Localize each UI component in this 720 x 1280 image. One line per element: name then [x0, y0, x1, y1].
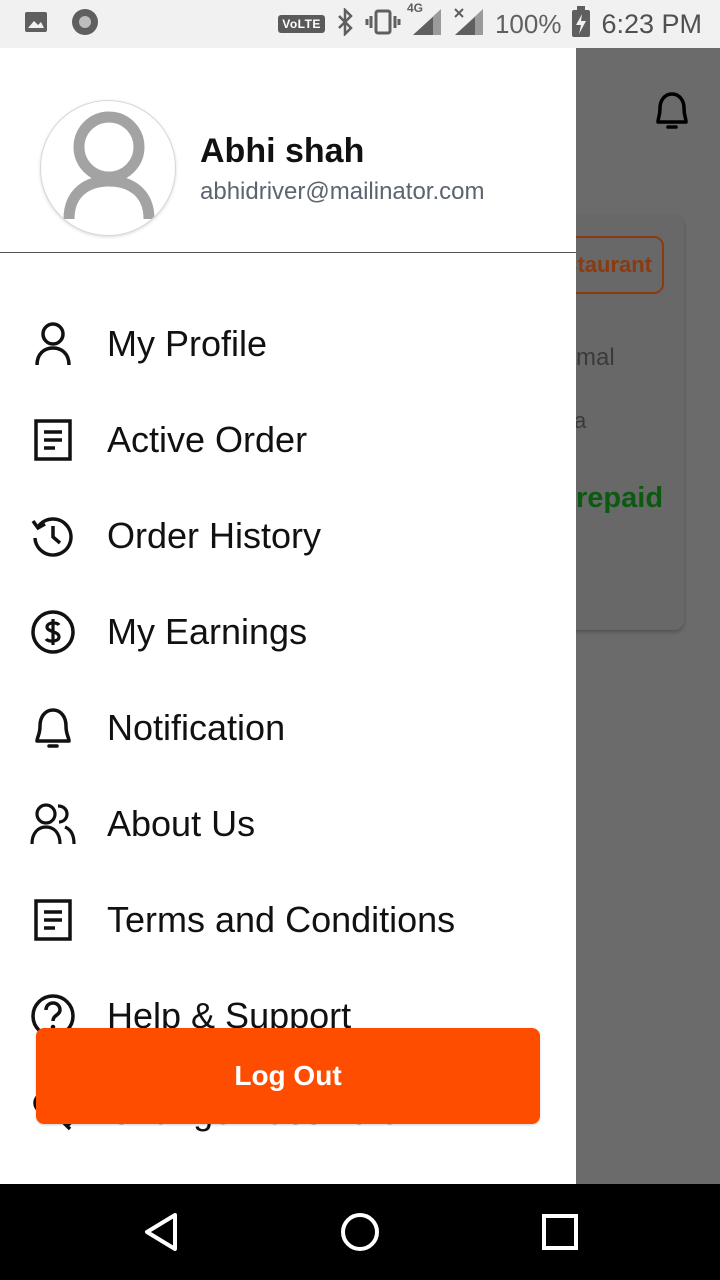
- network-type-label: 4G: [406, 0, 423, 15]
- menu-item-active-order[interactable]: Active Order: [0, 392, 576, 488]
- menu-item-notification[interactable]: Notification: [0, 680, 576, 776]
- back-icon[interactable]: [136, 1208, 184, 1256]
- image-icon: [24, 10, 48, 39]
- user-name: Abhi shah: [200, 132, 365, 170]
- status-bar: VoLTE 4G 100% 6:23 PM: [0, 0, 720, 48]
- home-icon[interactable]: [336, 1208, 384, 1256]
- document-icon: [28, 895, 78, 945]
- menu-item-terms-and-conditions[interactable]: Terms and Conditions: [0, 872, 576, 968]
- menu-item-label: Terms and Conditions: [107, 899, 456, 940]
- history-icon: [28, 511, 78, 561]
- battery-charging-icon: [571, 5, 591, 43]
- menu-item-label: My Profile: [107, 323, 268, 364]
- signal-icon: [453, 7, 485, 42]
- drawer-header: Abhi shah abhidriver@mailinator.com: [0, 48, 576, 253]
- menu-item-order-history[interactable]: Order History: [0, 488, 576, 584]
- recents-icon[interactable]: [536, 1208, 584, 1256]
- menu-item-label: About Us: [107, 803, 256, 844]
- record-icon: [70, 7, 100, 42]
- log-out-button[interactable]: Log Out: [36, 1028, 540, 1124]
- signal-icon: 4G: [407, 1, 443, 42]
- user-placeholder-icon: [63, 111, 155, 220]
- system-nav-bar: [0, 1184, 720, 1280]
- menu-item-label: My Earnings: [107, 611, 308, 652]
- navigation-drawer: Abhi shah abhidriver@mailinator.com My P…: [0, 48, 576, 1184]
- menu-item-my-profile[interactable]: My Profile: [0, 296, 576, 392]
- user-email: abhidriver@mailinator.com: [200, 178, 485, 205]
- payment-status: repaid: [576, 482, 664, 514]
- bluetooth-icon: [335, 6, 355, 41]
- avatar[interactable]: [40, 100, 176, 236]
- volte-badge: VoLTE: [278, 15, 325, 33]
- battery-percent: 100%: [494, 8, 562, 39]
- menu-item-my-earnings[interactable]: My Earnings: [0, 584, 576, 680]
- menu-item-about-us[interactable]: About Us: [0, 776, 576, 872]
- vibrate-icon: [365, 8, 401, 41]
- menu-item-label: Active Order: [107, 419, 308, 460]
- dollar-circle-icon: [28, 607, 78, 657]
- user-icon: [28, 319, 78, 369]
- menu-item-label: Notification: [107, 707, 286, 748]
- bell-icon: [652, 88, 692, 137]
- document-icon: [28, 415, 78, 465]
- clock: 6:23 PM: [601, 8, 702, 39]
- users-icon: [28, 799, 78, 849]
- bell-icon: [28, 703, 78, 753]
- background-text: mal: [576, 344, 615, 371]
- menu-item-label: Order History: [107, 515, 322, 556]
